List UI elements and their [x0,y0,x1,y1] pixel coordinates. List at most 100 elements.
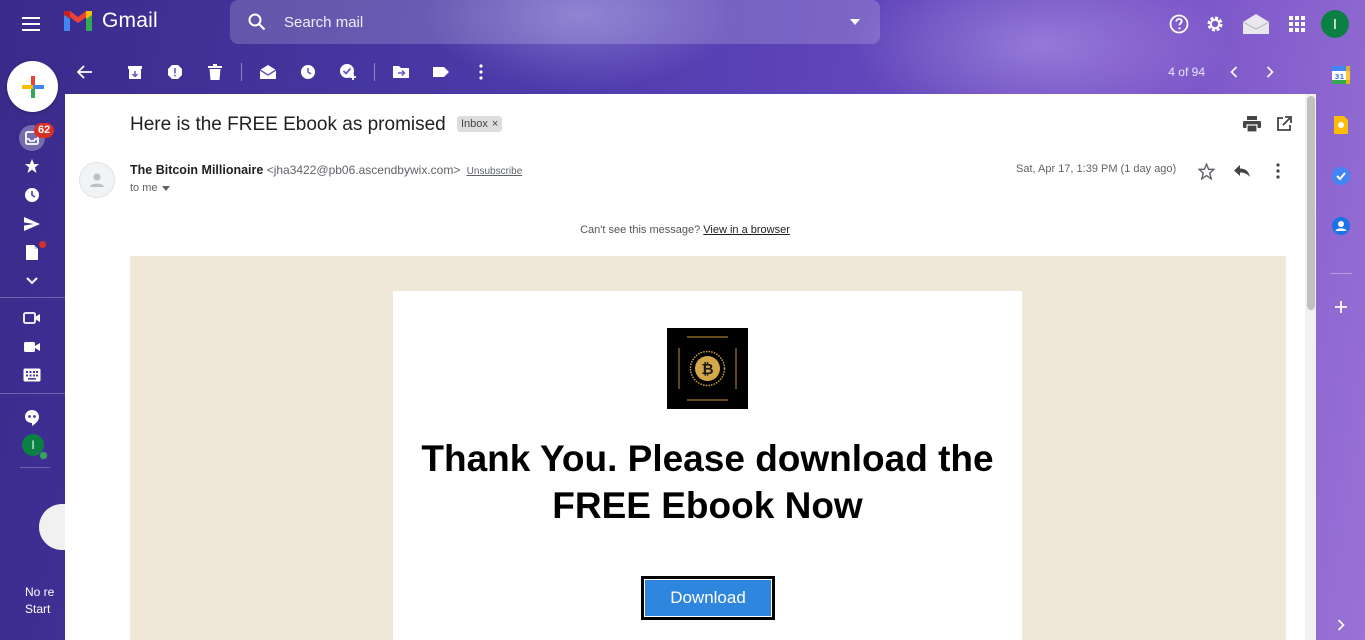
pagination-count: 4 of 94 [1168,65,1205,79]
rail-snoozed[interactable] [18,181,46,209]
older-button[interactable] [1255,52,1285,92]
open-new-window-button[interactable] [1272,112,1296,136]
labels-button[interactable] [421,52,461,92]
keep-icon [1334,116,1348,134]
unsubscribe-link[interactable]: Unsubscribe [467,166,523,177]
side-panel: 31 [1316,51,1365,640]
open-in-new-icon [1277,116,1292,131]
plus-icon [1335,301,1347,313]
chat-quote-icon [25,410,39,426]
chevron-down-icon [26,277,38,285]
chevron-right-icon [1266,66,1274,78]
scrollbar-track[interactable] [1305,94,1316,640]
folder-move-icon [393,66,409,78]
settings-button[interactable] [1197,6,1233,42]
top-bar: Gmail Search mail I [0,0,1365,48]
keep-addon-button[interactable] [1328,112,1354,138]
more-vert-icon [479,64,483,80]
archive-button[interactable] [115,52,155,92]
delete-button[interactable] [195,52,235,92]
download-button[interactable]: Download [641,576,775,620]
message-date: Sat, Apr 17, 1:39 PM (1 day ago) [1016,163,1177,175]
search-bar[interactable] [230,0,880,44]
search-button[interactable] [230,13,284,31]
chevron-left-icon [1230,66,1238,78]
print-icon [1243,116,1261,132]
snooze-button[interactable] [288,52,328,92]
more-actions-button[interactable] [461,52,501,92]
tasks-addon-button[interactable] [1328,163,1354,189]
inbox-unread-badge: 62 [34,123,55,138]
draft-icon [26,244,38,260]
alert-octagon-icon [168,65,182,79]
star-button[interactable] [1193,158,1219,184]
star-outline-icon [1197,162,1215,180]
rail-keyboard[interactable] [18,361,46,389]
mark-unread-button[interactable] [248,52,288,92]
bitcoin-icon: ₿ [667,328,748,409]
remove-label-button[interactable]: × [492,118,498,130]
task-add-icon [340,64,356,80]
label-chip-inbox[interactable]: Inbox × [457,116,503,132]
toolbar-divider [374,63,375,81]
move-to-button[interactable] [381,52,421,92]
tasks-icon [1332,167,1350,185]
online-status-dot [39,451,48,460]
report-spam-button[interactable] [155,52,195,92]
cant-see-text: Can't see this message? [580,224,701,236]
rail-divider [20,467,50,468]
add-to-tasks-button[interactable] [328,52,368,92]
hamburger-icon [22,17,40,31]
email-content-card: ₿ Thank You. Please download the FREE Eb… [393,291,1022,640]
plus-colored-icon [21,75,44,98]
pagination: 4 of 94 [1168,51,1285,93]
rail-hangouts[interactable] [18,404,46,432]
person-icon [90,173,104,187]
sender-name[interactable]: The Bitcoin Millionaire [130,163,263,177]
message-subject: Here is the FREE Ebook as promised [130,114,446,135]
recipient-text: to me [130,182,158,194]
gmail-logo[interactable]: Gmail [62,9,158,33]
search-options-button[interactable] [830,19,880,25]
show-side-panel-button[interactable] [1328,612,1354,638]
gmail-m-icon [64,11,92,31]
caret-down-icon [850,19,860,25]
cant-see-message: Can't see this message? View in a browse… [65,224,1305,236]
newer-button[interactable] [1219,52,1249,92]
contacts-addon-button[interactable] [1328,213,1354,239]
get-addons-button[interactable] [1328,294,1354,320]
view-in-browser-link[interactable]: View in a browser [703,224,790,236]
rail-sent[interactable] [18,210,46,238]
rail-starred[interactable] [18,152,46,180]
recipient-details-toggle[interactable]: to me [130,182,170,194]
gear-icon [1207,16,1223,32]
star-icon [25,159,39,173]
print-all-button[interactable] [1240,112,1264,136]
compose-button[interactable] [7,61,58,112]
hangouts-start-link[interactable]: Start [25,602,50,616]
more-vert-icon [1276,163,1280,179]
mail-open-icon [259,65,277,79]
support-button[interactable] [1161,6,1197,42]
rail-more[interactable] [18,267,46,295]
help-icon [1169,14,1189,34]
message-more-button[interactable] [1265,158,1291,184]
video-camera-icon [24,342,40,352]
reply-button[interactable] [1229,158,1255,184]
account-avatar[interactable]: I [1321,10,1349,38]
rail-meet-join[interactable] [18,333,46,361]
video-outline-icon [23,312,40,324]
search-input[interactable] [284,13,830,31]
scrollbar-thumb[interactable] [1307,96,1315,310]
back-button[interactable] [65,52,105,92]
sender-line: The Bitcoin Millionaire <jha3422@pb06.as… [130,163,522,177]
rail-meet-new[interactable] [18,304,46,332]
workspace-product-button[interactable] [1233,6,1279,42]
email-headline: Thank You. Please download the FREE Eboo… [421,438,994,526]
calendar-addon-button[interactable]: 31 [1328,62,1354,88]
apps-button[interactable] [1279,6,1315,42]
main-menu-button[interactable] [18,10,46,38]
sender-avatar[interactable] [79,162,115,198]
rail-divider [0,297,65,298]
message-toolbar: 4 of 94 [65,51,1305,93]
